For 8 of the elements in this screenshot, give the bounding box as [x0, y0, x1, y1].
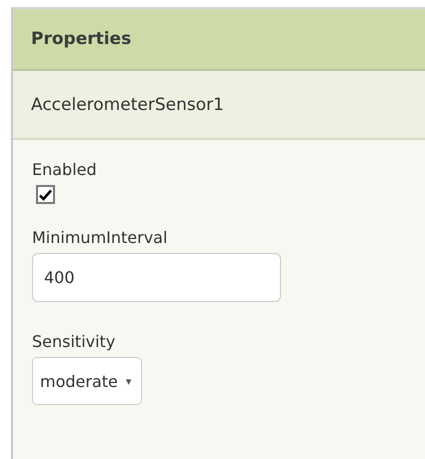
dropdown[interactable]: moderate ▾	[32, 357, 142, 405]
checkbox[interactable]	[36, 185, 55, 204]
input-field[interactable]: 400	[32, 253, 281, 302]
component-name: AccelerometerSensor1	[31, 94, 224, 114]
property-label: Enabled	[32, 160, 97, 179]
panel-title: Properties	[31, 29, 132, 49]
property-label: MinimumInterval	[32, 228, 168, 247]
property-label: Sensitivity	[32, 332, 116, 351]
